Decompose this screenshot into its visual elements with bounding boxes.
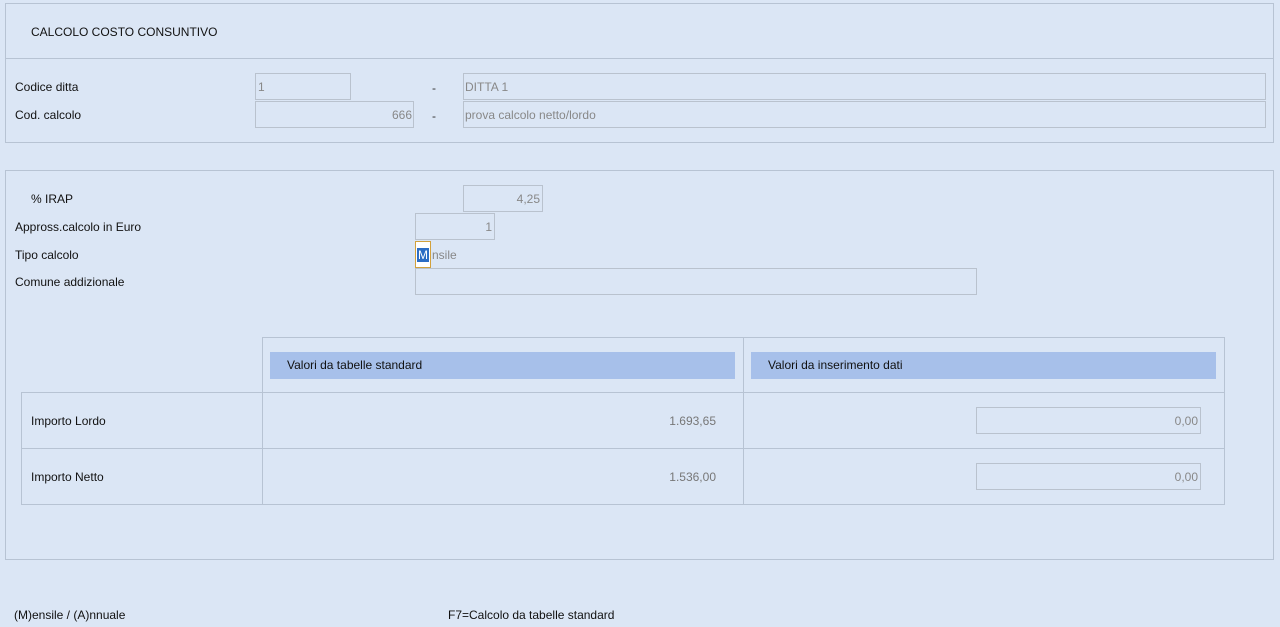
codice-ditta-separator: -: [432, 81, 436, 95]
footer-hint-f7: F7=Calcolo da tabelle standard: [448, 608, 615, 622]
table-border-right: [1224, 337, 1225, 505]
cod-calcolo-desc-field: prova calcolo netto/lordo: [463, 101, 1266, 128]
table-border-left-lower: [21, 392, 22, 505]
importo-netto-standard: 1.536,00: [669, 470, 716, 484]
title-panel: CALCOLO COSTO CONSUNTIVO: [5, 3, 1274, 59]
table-row-line-2: [21, 448, 1225, 449]
header-fields-panel: Codice ditta 1 - DITTA 1 Cod. calcolo 66…: [5, 58, 1274, 143]
comune-addizionale-label: Comune addizionale: [15, 275, 125, 289]
irap-field[interactable]: 4,25: [463, 185, 543, 212]
row-label-importo-netto: Importo Netto: [31, 470, 104, 484]
row-label-importo-lordo: Importo Lordo: [31, 414, 106, 428]
values-table: Valori da tabelle standard Valori da ins…: [21, 337, 1226, 505]
table-border-left-upper: [262, 337, 263, 393]
importo-netto-input[interactable]: 0,00: [976, 463, 1201, 490]
tipo-calcolo-label: Tipo calcolo: [15, 248, 79, 262]
codice-ditta-field[interactable]: 1: [255, 73, 351, 100]
tipo-calcolo-cursor-char: M: [417, 248, 429, 262]
approx-field[interactable]: 1: [415, 213, 495, 240]
importo-lordo-standard: 1.693,65: [669, 414, 716, 428]
footer-hint-mensile-annuale: (M)ensile / (A)nnuale: [14, 608, 126, 622]
table-border-bottom: [21, 504, 1225, 505]
approx-label: Appross.calcolo in Euro: [15, 220, 142, 234]
irap-label: % IRAP: [31, 192, 74, 206]
comune-addizionale-field[interactable]: [415, 268, 977, 295]
table-row-line-1: [21, 392, 1225, 393]
params-panel: % IRAP 4,25 Appross.calcolo in Euro 1 Ti…: [5, 170, 1274, 560]
cod-calcolo-separator: -: [432, 109, 436, 123]
cod-calcolo-field[interactable]: 666: [255, 101, 414, 128]
col-header-input: Valori da inserimento dati: [751, 352, 1216, 379]
tipo-calcolo-input[interactable]: M: [415, 241, 431, 268]
codice-ditta-label: Codice ditta: [15, 80, 79, 94]
table-border-mid: [743, 337, 744, 505]
table-label-col-divider: [262, 392, 263, 505]
ditta-name-field: DITTA 1: [463, 73, 1266, 100]
page-title: CALCOLO COSTO CONSUNTIVO: [31, 25, 218, 39]
importo-lordo-input[interactable]: 0,00: [976, 407, 1201, 434]
col-header-standard: Valori da tabelle standard: [270, 352, 735, 379]
cod-calcolo-label: Cod. calcolo: [15, 108, 82, 122]
tipo-calcolo-value-rest: nsile: [432, 248, 457, 262]
